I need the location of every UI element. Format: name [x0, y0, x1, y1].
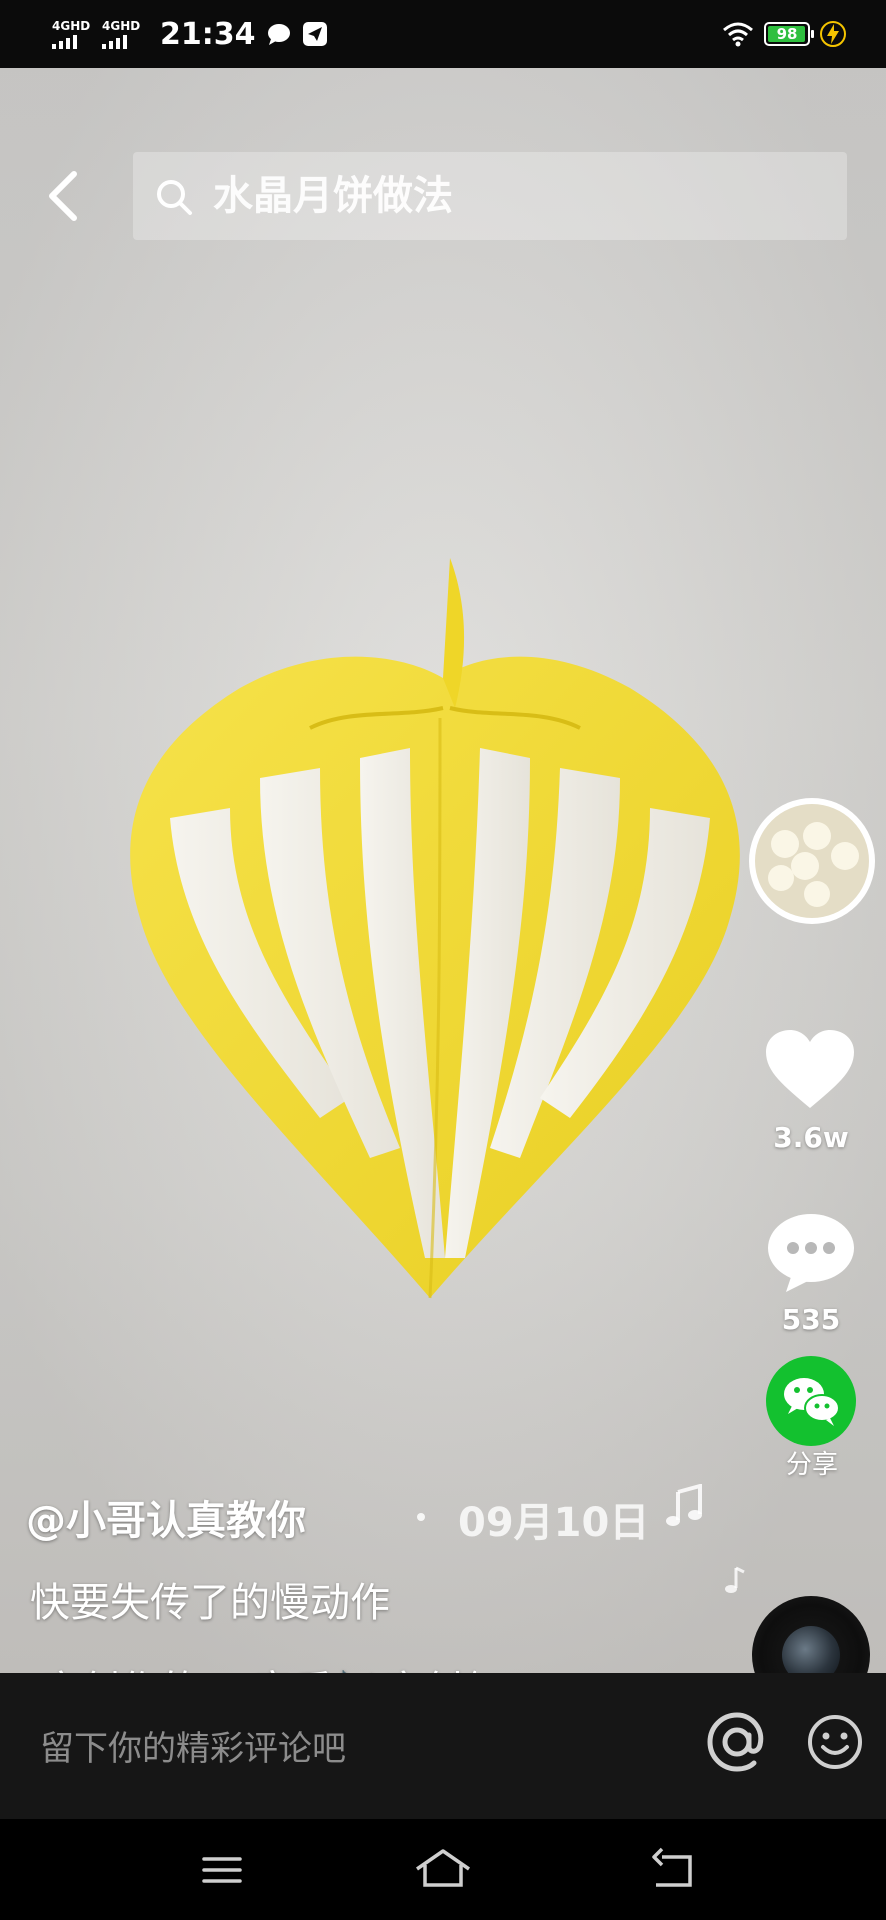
- wifi-icon: [723, 22, 753, 47]
- back-arrow-icon[interactable]: [42, 168, 86, 224]
- network-label-1: 4GHD: [52, 18, 91, 33]
- status-time: 21:34: [160, 16, 256, 52]
- post-date: 09月10日: [458, 1500, 650, 1546]
- network-indicator-2: 4GHD: [102, 18, 142, 49]
- author-name[interactable]: @小哥认真教你: [26, 1488, 306, 1546]
- battery-indicator: 98: [764, 22, 814, 46]
- message-bubble-icon: [267, 24, 290, 45]
- network-label-2: 4GHD: [102, 18, 141, 33]
- charging-icon: [820, 21, 846, 47]
- disc-cover: [782, 1626, 840, 1673]
- avatar-image: [755, 804, 869, 918]
- heart-like-icon[interactable]: [764, 1028, 856, 1112]
- at-mention-icon[interactable]: [706, 1711, 768, 1773]
- network-indicator-1: 4GHD: [52, 18, 92, 49]
- status-left: 4GHD 4GHD 21:34: [52, 14, 328, 54]
- share-label: 分享: [785, 1450, 838, 1480]
- share-button[interactable]: [766, 1356, 856, 1446]
- video-player[interactable]: 水晶月饼做法 3.6w 535 分享 @小哥认真教你 09月10日 快要失传了的…: [0, 68, 886, 1673]
- status-bar: 4GHD 4GHD 21:34 98: [0, 0, 886, 68]
- search-query: 水晶月饼做法: [213, 173, 453, 219]
- heart-dough-image: [130, 558, 740, 1299]
- status-right: 98: [722, 18, 846, 50]
- signal-bars-icon: [102, 34, 127, 49]
- separator-dot: [417, 1513, 425, 1521]
- search-icon: [157, 180, 192, 215]
- music-note-icon: [725, 1566, 745, 1593]
- system-nav-bar: [0, 1819, 886, 1920]
- creator-avatar[interactable]: [749, 798, 875, 924]
- wechat-icon: [784, 1378, 840, 1426]
- music-text: 库创作的 @音乐🎶库创作的: [40, 1660, 476, 1673]
- signal-bars-icon: [52, 34, 77, 49]
- menu-icon[interactable]: [192, 1845, 252, 1895]
- music-note-icon: [666, 1484, 702, 1526]
- music-info[interactable]: 库创作的 @音乐🎶库创作的: [26, 1660, 476, 1673]
- emoji-icon[interactable]: [806, 1713, 864, 1771]
- battery-level: 98: [776, 25, 798, 43]
- comment-input-bar[interactable]: 留下你的精彩评论吧: [0, 1673, 886, 1819]
- video-description: 快要失传了的慢动作: [30, 1580, 390, 1626]
- comment-placeholder[interactable]: 留下你的精彩评论吧: [40, 1721, 346, 1770]
- send-icon: [302, 22, 327, 46]
- back-icon[interactable]: [642, 1845, 702, 1895]
- home-icon[interactable]: [413, 1845, 473, 1895]
- like-count: 3.6w: [773, 1121, 849, 1154]
- comment-count: 535: [781, 1303, 841, 1336]
- comment-icon[interactable]: [766, 1210, 856, 1294]
- search-bar[interactable]: 水晶月饼做法: [133, 152, 847, 240]
